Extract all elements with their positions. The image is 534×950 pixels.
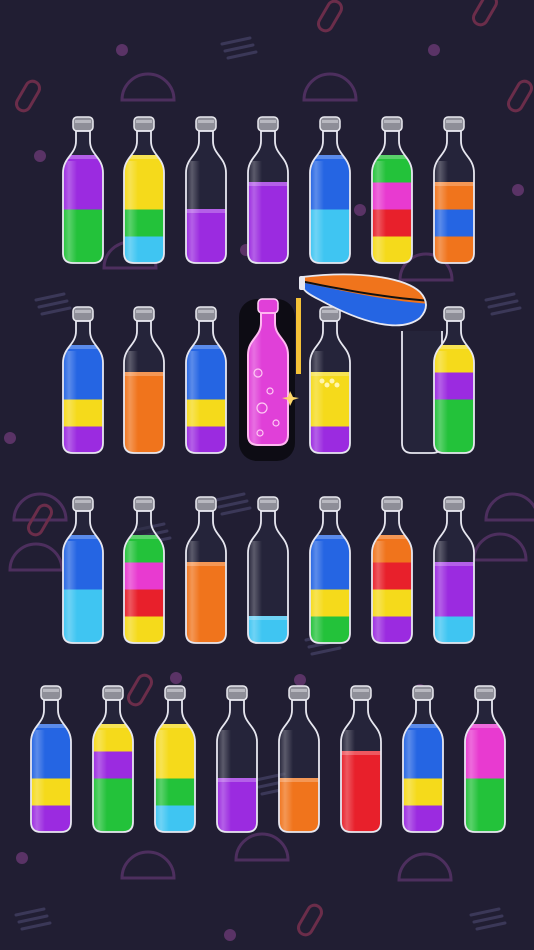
bottle-cap	[195, 496, 217, 512]
cap-rim	[136, 310, 152, 313]
bottle[interactable]	[153, 685, 197, 833]
cap-rim	[322, 500, 338, 503]
cap-rim	[75, 120, 91, 123]
cap-rim	[322, 310, 338, 313]
bottle-cap	[72, 116, 94, 132]
bottle-cap	[443, 496, 465, 512]
bottle-cap	[412, 685, 434, 701]
cap-rim	[198, 120, 214, 123]
cap-rim	[415, 689, 431, 692]
bottle[interactable]	[122, 116, 166, 264]
cap-rim	[167, 689, 183, 692]
cap-rim	[136, 120, 152, 123]
bottle-grid	[29, 116, 507, 833]
bottle-cap	[319, 496, 341, 512]
cap-rim	[477, 689, 493, 692]
bottle-cap	[257, 116, 279, 132]
bottle[interactable]	[401, 685, 445, 833]
bottle[interactable]	[122, 306, 166, 454]
bottle[interactable]	[29, 685, 73, 833]
cap-rim	[75, 500, 91, 503]
pour-stream	[296, 298, 301, 374]
bottle-cap	[319, 116, 341, 132]
bottle-cap	[257, 496, 279, 512]
bubble	[329, 378, 335, 384]
bottle-cap	[195, 116, 217, 132]
bottle-cap	[257, 298, 279, 314]
bottle[interactable]	[61, 496, 105, 644]
bottle[interactable]	[184, 116, 228, 264]
bottle-cap	[72, 306, 94, 322]
bottle[interactable]	[184, 306, 228, 454]
bottle[interactable]	[246, 116, 290, 264]
cap-rim	[384, 120, 400, 123]
cap-rim	[198, 500, 214, 503]
bottle[interactable]	[246, 496, 290, 644]
cap-rim	[136, 500, 152, 503]
bottle-cap	[72, 496, 94, 512]
bottle[interactable]	[339, 685, 383, 833]
cap-rim	[446, 310, 462, 313]
bottle[interactable]	[432, 306, 476, 454]
bottle[interactable]	[61, 116, 105, 264]
cap-rim	[229, 689, 245, 692]
bubble	[334, 382, 340, 388]
bottle-cap	[102, 685, 124, 701]
bottle[interactable]	[432, 116, 476, 264]
bottle-cap	[288, 685, 310, 701]
bubble	[319, 378, 325, 384]
bottle[interactable]	[308, 116, 352, 264]
bottle-mouth	[299, 276, 305, 290]
bottle-cap	[381, 116, 403, 132]
bottle-cap	[133, 496, 155, 512]
bottle-cap	[195, 306, 217, 322]
cap-rim	[198, 310, 214, 313]
cap-rim	[322, 120, 338, 123]
cap-rim	[446, 120, 462, 123]
cap-rim	[260, 500, 276, 503]
bottle-cap	[350, 685, 372, 701]
cap-rim	[43, 689, 59, 692]
bottle[interactable]	[215, 685, 259, 833]
bottle-cap	[133, 306, 155, 322]
cap-rim	[75, 310, 91, 313]
bottle-cap	[474, 685, 496, 701]
cap-rim	[260, 120, 276, 123]
bottle-cap	[164, 685, 186, 701]
bubble	[324, 382, 330, 388]
bottle[interactable]	[91, 685, 135, 833]
cap-rim	[384, 500, 400, 503]
bottle-cap	[40, 685, 62, 701]
bottle-cap	[226, 685, 248, 701]
game-board	[0, 0, 534, 950]
bottle-selected[interactable]	[239, 298, 299, 461]
bottle[interactable]	[463, 685, 507, 833]
cap-rim	[105, 689, 121, 692]
cap-rim	[353, 689, 369, 692]
bottle[interactable]	[308, 496, 352, 644]
bottle[interactable]	[277, 685, 321, 833]
bottle-cap	[133, 116, 155, 132]
bottle[interactable]	[370, 496, 414, 644]
bottle[interactable]	[122, 496, 166, 644]
bottle[interactable]	[184, 496, 228, 644]
bottle[interactable]	[432, 496, 476, 644]
bottle-cap	[443, 116, 465, 132]
bottle[interactable]	[61, 306, 105, 454]
bottle-cap	[443, 306, 465, 322]
bottle-cap	[381, 496, 403, 512]
cap-rim	[446, 500, 462, 503]
bottle[interactable]	[370, 116, 414, 264]
cap-rim	[291, 689, 307, 692]
